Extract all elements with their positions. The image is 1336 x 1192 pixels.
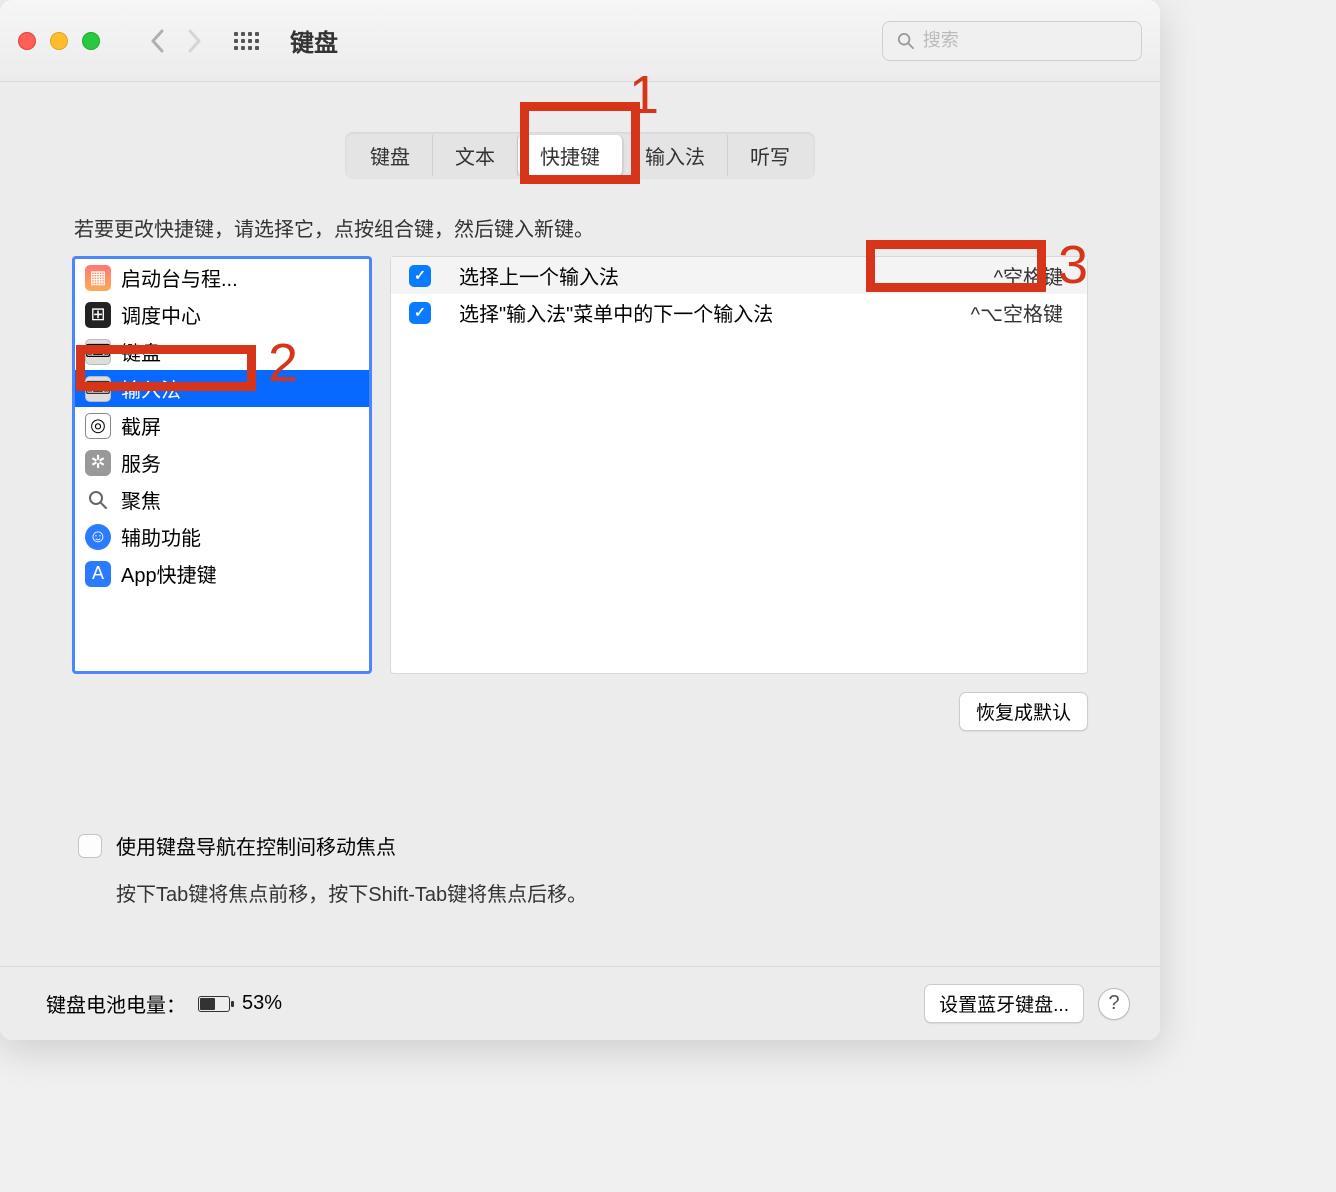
- help-button[interactable]: ?: [1098, 988, 1130, 1020]
- shortcut-row[interactable]: ✓ 选择上一个输入法 ^空格键: [391, 257, 1087, 294]
- keyboard-nav-label: 使用键盘导航在控制间移动焦点: [116, 831, 396, 860]
- back-button[interactable]: [140, 23, 176, 59]
- sidebar-item-keyboard[interactable]: ⌨ 键盘: [75, 333, 369, 370]
- sidebar-item-label: 调度中心: [121, 300, 201, 329]
- sidebar-item-label: 输入法: [121, 374, 181, 403]
- shortcut-checkbox[interactable]: ✓: [409, 265, 431, 287]
- search-icon: [85, 487, 111, 513]
- category-sidebar[interactable]: ▦ 启动台与程... ⊞ 调度中心 ⌨ 键盘 ⌨ 输入法 ◎ 截屏 ✲ 服务: [72, 256, 372, 674]
- sidebar-item-label: 聚焦: [121, 485, 161, 514]
- sidebar-item-label: 截屏: [121, 411, 161, 440]
- sidebar-item-mission-control[interactable]: ⊞ 调度中心: [75, 296, 369, 333]
- show-all-button[interactable]: [228, 23, 264, 59]
- battery-status: 键盘电池电量： 53%: [46, 989, 282, 1018]
- sidebar-item-label: 启动台与程...: [121, 263, 238, 292]
- tab-dictation[interactable]: 听写: [728, 135, 812, 176]
- tab-bar: 键盘 文本 快捷键 输入法 听写: [0, 132, 1160, 179]
- accessibility-icon: ☺: [85, 524, 111, 550]
- appstore-icon: A: [85, 561, 111, 587]
- sidebar-item-input-sources[interactable]: ⌨ 输入法: [75, 370, 369, 407]
- grid-icon: [234, 32, 259, 50]
- mission-control-icon: ⊞: [85, 302, 111, 328]
- shortcut-row[interactable]: ✓ 选择"输入法"菜单中的下一个输入法 ^⌥空格键: [391, 294, 1087, 331]
- shortcut-list[interactable]: ✓ 选择上一个输入法 ^空格键 ✓ 选择"输入法"菜单中的下一个输入法 ^⌥空格…: [390, 256, 1088, 674]
- keyboard-icon: ⌨: [85, 376, 111, 402]
- search-field[interactable]: [882, 21, 1142, 61]
- sidebar-item-spotlight[interactable]: 聚焦: [75, 481, 369, 518]
- bluetooth-keyboard-button[interactable]: 设置蓝牙键盘...: [924, 984, 1084, 1023]
- search-input[interactable]: [923, 30, 1127, 51]
- titlebar: 键盘: [0, 0, 1160, 82]
- shortcut-keys[interactable]: ^空格键: [994, 261, 1063, 290]
- tab-text[interactable]: 文本: [433, 135, 518, 176]
- sidebar-item-launchpad[interactable]: ▦ 启动台与程...: [75, 259, 369, 296]
- tab-keyboard[interactable]: 键盘: [348, 135, 433, 176]
- sidebar-item-label: 服务: [121, 448, 161, 477]
- keyboard-nav-hint: 按下Tab键将焦点前移，按下Shift-Tab键将焦点后移。: [116, 878, 1160, 907]
- keyboard-nav-section: 使用键盘导航在控制间移动焦点 按下Tab键将焦点前移，按下Shift-Tab键将…: [0, 731, 1160, 907]
- search-icon: [897, 31, 915, 51]
- restore-defaults-button[interactable]: 恢复成默认: [959, 692, 1088, 731]
- shortcut-label: 选择上一个输入法: [459, 261, 994, 290]
- window-controls: [18, 32, 100, 50]
- zoom-window-button[interactable]: [82, 32, 100, 50]
- battery-percent: 53%: [242, 992, 282, 1015]
- sidebar-item-accessibility[interactable]: ☺ 辅助功能: [75, 518, 369, 555]
- gear-icon: ✲: [85, 450, 111, 476]
- screenshot-icon: ◎: [85, 413, 111, 439]
- launchpad-icon: ▦: [85, 265, 111, 291]
- preferences-window: Z www.MacZ.com 键盘: [0, 0, 1160, 1040]
- shortcut-checkbox[interactable]: ✓: [409, 302, 431, 324]
- keyboard-icon: ⌨: [85, 339, 111, 365]
- close-window-button[interactable]: [18, 32, 36, 50]
- sidebar-item-screenshots[interactable]: ◎ 截屏: [75, 407, 369, 444]
- shortcut-keys[interactable]: ^⌥空格键: [971, 298, 1063, 327]
- battery-icon: [198, 996, 230, 1012]
- keyboard-nav-checkbox[interactable]: [78, 834, 102, 858]
- sidebar-item-label: 键盘: [121, 337, 161, 366]
- minimize-window-button[interactable]: [50, 32, 68, 50]
- sidebar-item-app-shortcuts[interactable]: A App快捷键: [75, 555, 369, 592]
- window-title: 键盘: [290, 23, 338, 58]
- tab-input-sources[interactable]: 输入法: [623, 135, 728, 176]
- sidebar-item-label: 辅助功能: [121, 522, 201, 551]
- keyboard-nav-row[interactable]: 使用键盘导航在控制间移动焦点: [78, 831, 1160, 860]
- forward-button[interactable]: [176, 23, 212, 59]
- sidebar-item-services[interactable]: ✲ 服务: [75, 444, 369, 481]
- battery-label: 键盘电池电量：: [46, 989, 186, 1018]
- segment-control: 键盘 文本 快捷键 输入法 听写: [345, 132, 815, 179]
- instructions-text: 若要更改快捷键，请选择它，点按组合键，然后键入新键。: [74, 213, 1160, 242]
- sidebar-item-label: App快捷键: [121, 559, 217, 588]
- footer: 键盘电池电量： 53% 设置蓝牙键盘... ?: [0, 966, 1160, 1040]
- shortcut-label: 选择"输入法"菜单中的下一个输入法: [459, 298, 971, 327]
- panels: ▦ 启动台与程... ⊞ 调度中心 ⌨ 键盘 ⌨ 输入法 ◎ 截屏 ✲ 服务: [0, 256, 1160, 674]
- restore-defaults-wrap: 恢复成默认: [0, 674, 1160, 731]
- tab-shortcuts[interactable]: 快捷键: [518, 135, 623, 176]
